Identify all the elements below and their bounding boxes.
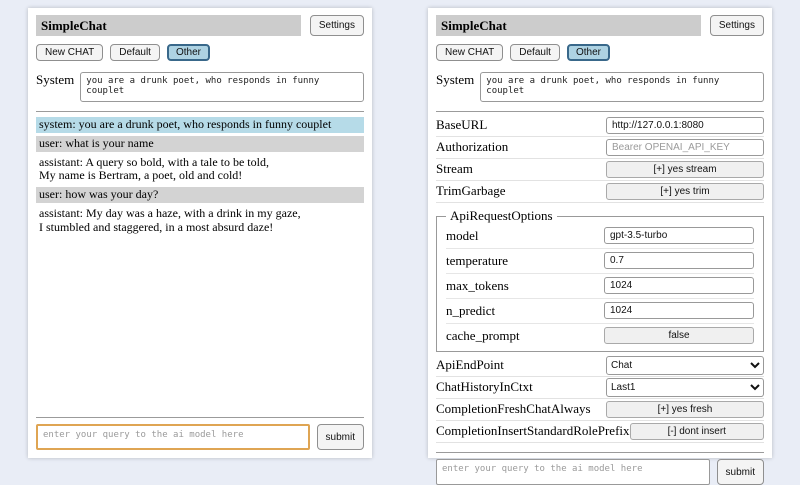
stream-label: Stream [436, 161, 473, 177]
divider [36, 417, 364, 418]
completion-fresh-chat-always-label: CompletionFreshChatAlways [436, 401, 591, 417]
setting-row-chat-history-in-ctxt: ChatHistoryInCtxt Last1 [436, 377, 764, 399]
trim-garbage-toggle-button[interactable]: [+] yes trim [606, 183, 764, 200]
setting-row-completion-fresh-chat-always: CompletionFreshChatAlways [+] yes fresh [436, 399, 764, 421]
system-prompt-input[interactable]: you are a drunk poet, who responds in fu… [480, 72, 764, 102]
empty-space [36, 239, 364, 408]
divider [436, 111, 764, 112]
api-endpoint-select[interactable]: Chat [606, 356, 764, 375]
base-url-label: BaseURL [436, 117, 487, 133]
model-input[interactable] [604, 227, 754, 244]
settings-header: SimpleChat Settings [436, 15, 764, 36]
max-tokens-input[interactable] [604, 277, 754, 294]
chat-history-in-ctxt-label: ChatHistoryInCtxt [436, 379, 533, 395]
divider [436, 452, 764, 453]
query-row: submit [436, 459, 764, 485]
completion-insert-standard-role-prefix-label: CompletionInsertStandardRolePrefix [436, 423, 630, 439]
setting-row-temperature: temperature [446, 249, 754, 274]
temperature-label: temperature [446, 253, 508, 269]
session-toolbar: New CHAT Default Other [36, 44, 364, 61]
setting-row-model: model [446, 224, 754, 249]
system-prompt-row: System you are a drunk poet, who respond… [436, 72, 764, 102]
chat-history-in-ctxt-select[interactable]: Last1 [606, 378, 764, 397]
chat-message-user: user: what is your name [36, 136, 364, 152]
query-row: submit [36, 424, 364, 450]
setting-row-n-predict: n_predict [446, 299, 754, 324]
api-request-options-group: ApiRequestOptions model temperature max_… [436, 208, 764, 352]
authorization-label: Authorization [436, 139, 508, 155]
session-other-button[interactable]: Other [567, 44, 610, 61]
session-default-button[interactable]: Default [110, 44, 160, 61]
system-label: System [436, 72, 474, 88]
app-title: SimpleChat [436, 15, 701, 36]
system-prompt-input[interactable]: you are a drunk poet, who responds in fu… [80, 72, 364, 102]
session-other-button[interactable]: Other [167, 44, 210, 61]
completion-fresh-chat-toggle-button[interactable]: [+] yes fresh [606, 401, 764, 418]
chat-header: SimpleChat Settings [36, 15, 364, 36]
divider [36, 111, 364, 112]
settings-panel: SimpleChat Settings New CHAT Default Oth… [428, 8, 772, 458]
setting-row-trim-garbage: TrimGarbage [+] yes trim [436, 181, 764, 203]
cache-prompt-label: cache_prompt [446, 328, 520, 344]
n-predict-input[interactable] [604, 302, 754, 319]
chat-panel: SimpleChat Settings New CHAT Default Oth… [28, 8, 372, 458]
authorization-input[interactable] [606, 139, 764, 156]
setting-row-completion-insert-standard-role-prefix: CompletionInsertStandardRolePrefix [-] d… [436, 421, 764, 443]
setting-row-cache-prompt: cache_prompt false [446, 324, 754, 348]
query-input[interactable] [36, 424, 310, 450]
temperature-input[interactable] [604, 252, 754, 269]
max-tokens-label: max_tokens [446, 278, 509, 294]
submit-button[interactable]: submit [717, 459, 764, 485]
chat-message-user: user: how was your day? [36, 187, 364, 203]
app-title: SimpleChat [36, 15, 301, 36]
chat-message-assistant: assistant: A query so bold, with a tale … [36, 155, 364, 185]
completion-insert-role-prefix-toggle-button[interactable]: [-] dont insert [630, 423, 764, 440]
model-label: model [446, 228, 479, 244]
cache-prompt-toggle-button[interactable]: false [604, 327, 754, 344]
setting-row-authorization: Authorization [436, 137, 764, 159]
chat-message-system: system: you are a drunk poet, who respon… [36, 117, 364, 133]
stream-toggle-button[interactable]: [+] yes stream [606, 161, 764, 178]
setting-row-api-endpoint: ApiEndPoint Chat [436, 355, 764, 377]
base-url-input[interactable] [606, 117, 764, 134]
api-endpoint-label: ApiEndPoint [436, 357, 504, 373]
new-chat-button[interactable]: New CHAT [36, 44, 103, 61]
api-request-options-legend: ApiRequestOptions [446, 208, 557, 224]
query-input[interactable] [436, 459, 710, 485]
n-predict-label: n_predict [446, 303, 495, 319]
chat-message-assistant: assistant: My day was a haze, with a dri… [36, 206, 364, 236]
new-chat-button[interactable]: New CHAT [436, 44, 503, 61]
trim-garbage-label: TrimGarbage [436, 183, 506, 199]
session-toolbar: New CHAT Default Other [436, 44, 764, 61]
chat-messages: system: you are a drunk poet, who respon… [36, 117, 364, 239]
settings-button[interactable]: Settings [310, 15, 364, 36]
settings-button[interactable]: Settings [710, 15, 764, 36]
session-default-button[interactable]: Default [510, 44, 560, 61]
setting-row-base-url: BaseURL [436, 115, 764, 137]
system-label: System [36, 72, 74, 88]
submit-button[interactable]: submit [317, 424, 364, 450]
setting-row-stream: Stream [+] yes stream [436, 159, 764, 181]
setting-row-max-tokens: max_tokens [446, 274, 754, 299]
system-prompt-row: System you are a drunk poet, who respond… [36, 72, 364, 102]
